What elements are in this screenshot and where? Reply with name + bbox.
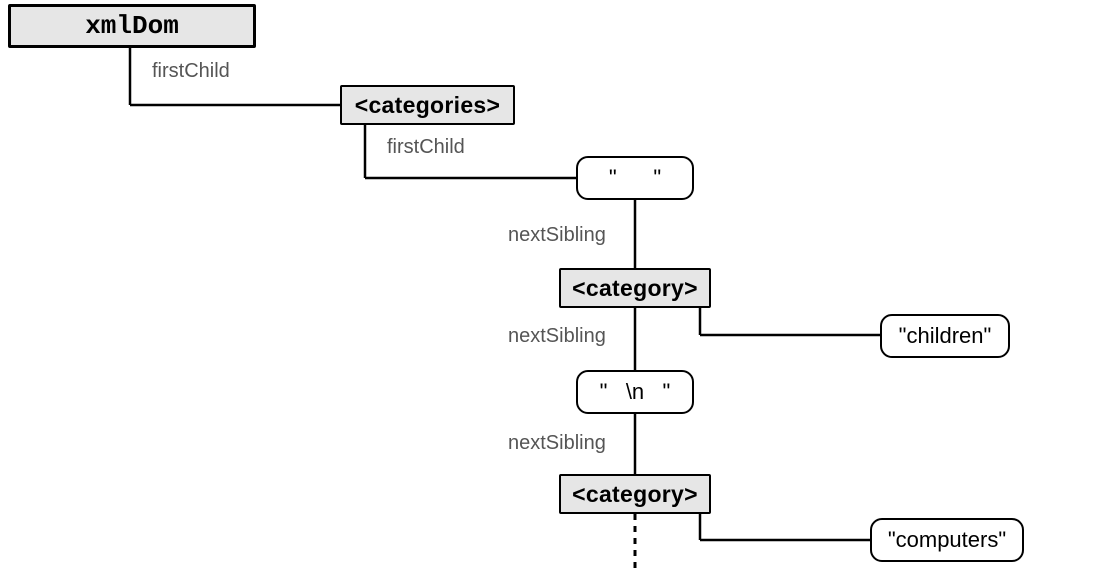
node-category-2: <category> bbox=[559, 474, 711, 514]
edge-label-firstchild-1: firstChild bbox=[152, 60, 230, 83]
node-computers-text-label: "computers" bbox=[888, 527, 1006, 553]
diagram-connectors bbox=[0, 0, 1095, 573]
node-categories-label: <categories> bbox=[355, 92, 501, 119]
node-xmldom: xmlDom bbox=[8, 4, 256, 48]
edge-label-nextsibling-3: nextSibling bbox=[508, 432, 606, 455]
node-children-text: "children" bbox=[880, 314, 1010, 358]
node-whitespace-2-label: " \n " bbox=[600, 379, 671, 405]
node-xmldom-label: xmlDom bbox=[85, 11, 179, 41]
node-category-2-label: <category> bbox=[572, 481, 698, 508]
edge-label-nextsibling-1: nextSibling bbox=[508, 224, 606, 247]
node-children-text-label: "children" bbox=[899, 323, 992, 349]
node-category-1: <category> bbox=[559, 268, 711, 308]
node-whitespace-1-label: " " bbox=[609, 165, 661, 191]
node-computers-text: "computers" bbox=[870, 518, 1024, 562]
node-whitespace-1: " " bbox=[576, 156, 694, 200]
edge-label-firstchild-2: firstChild bbox=[387, 136, 465, 159]
edge-label-nextsibling-2: nextSibling bbox=[508, 325, 606, 348]
node-categories: <categories> bbox=[340, 85, 515, 125]
node-category-1-label: <category> bbox=[572, 275, 698, 302]
node-whitespace-2: " \n " bbox=[576, 370, 694, 414]
